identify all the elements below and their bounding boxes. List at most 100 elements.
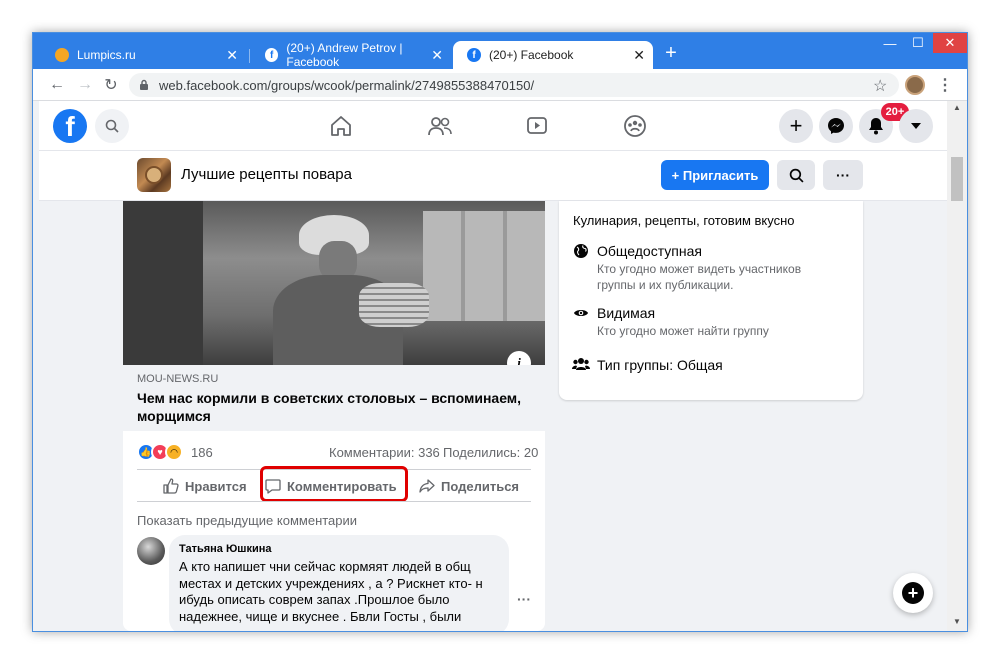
- image-plates: [359, 283, 429, 327]
- search-icon: [105, 119, 119, 133]
- tab-lumpics[interactable]: Lumpics.ru ✕: [41, 41, 246, 69]
- comment-line: А кто напишет чни сейчас кормяят людей в…: [179, 559, 471, 574]
- close-window-button[interactable]: ✕: [933, 33, 967, 53]
- invite-button[interactable]: + Пригласить: [661, 160, 769, 190]
- comment-options-icon[interactable]: ···: [517, 591, 531, 607]
- group-description: Кулинария, рецепты, готовим вкусно: [573, 213, 795, 228]
- group-search-button[interactable]: [777, 160, 815, 190]
- tab-divider: [249, 49, 250, 63]
- plus-icon: +: [789, 113, 803, 138]
- groups-icon[interactable]: [623, 114, 647, 138]
- comment-text: А кто напишет чни сейчас кормяят людей в…: [179, 559, 499, 625]
- group-more-button[interactable]: ···: [823, 160, 863, 190]
- comment-line: местах и детских учреждениях , а ? Рискн…: [179, 575, 483, 591]
- highlight-frame: [260, 466, 408, 502]
- browser-toolbar: ← → ↻ web.facebook.com/groups/wcook/perm…: [33, 69, 967, 101]
- share-button[interactable]: Поделиться: [419, 473, 519, 499]
- people-icon: [572, 358, 590, 370]
- orange-circle-icon: [55, 48, 69, 62]
- post-link-image[interactable]: i: [123, 201, 545, 365]
- group-name[interactable]: Лучшие рецепты повара: [181, 166, 352, 183]
- tab-title: (20+) Facebook: [489, 48, 574, 62]
- bookmark-star-icon[interactable]: ☆: [873, 76, 887, 96]
- facebook-icon: f: [467, 48, 481, 62]
- reload-icon[interactable]: ↻: [101, 75, 121, 95]
- dish-image: [145, 166, 163, 184]
- divider: [137, 501, 531, 502]
- shares-count[interactable]: Поделились: 20: [443, 445, 538, 460]
- privacy-title: Общедоступная: [597, 243, 702, 259]
- group-type: Тип группы: Общая: [597, 357, 723, 373]
- scroll-up-arrow-icon[interactable]: ▲: [953, 103, 961, 112]
- thumbs-up-icon: [163, 478, 179, 494]
- friends-icon[interactable]: [427, 114, 453, 138]
- plus-icon: +: [902, 582, 924, 604]
- link-title: Чем нас кормили в советских столовых – в…: [137, 390, 522, 424]
- new-message-button[interactable]: +: [893, 573, 933, 613]
- close-icon[interactable]: ✕: [633, 47, 645, 63]
- facebook-icon: f: [265, 48, 279, 62]
- comments-count[interactable]: Комментарии: 336: [329, 445, 440, 460]
- scrollbar-thumb[interactable]: [951, 157, 963, 201]
- show-previous-comments[interactable]: Показать предыдущие комментарии: [137, 513, 357, 528]
- privacy-description: Кто угодно может видеть участников групп…: [597, 261, 801, 293]
- forward-arrow-icon[interactable]: →: [75, 75, 95, 95]
- scroll-down-arrow-icon[interactable]: ▼: [953, 617, 961, 626]
- home-icon[interactable]: [329, 114, 353, 138]
- search-button[interactable]: [95, 109, 129, 143]
- group-bar: Лучшие рецепты повара + Пригласить ···: [39, 151, 947, 201]
- profile-avatar[interactable]: [905, 75, 925, 95]
- back-arrow-icon[interactable]: ←: [47, 75, 67, 95]
- messenger-button[interactable]: [819, 109, 853, 143]
- watch-icon[interactable]: [525, 114, 549, 138]
- account-menu-button[interactable]: [899, 109, 933, 143]
- close-icon[interactable]: ✕: [226, 47, 238, 63]
- comment-line: ибудь описать соврем запах .Прошлое было: [179, 592, 450, 607]
- globe-icon: [574, 244, 588, 258]
- link-preview[interactable]: MOU-NEWS.RU Чем нас кормили в советских …: [123, 365, 545, 431]
- tab-andrew-petrov[interactable]: f (20+) Andrew Petrov | Facebook ✕: [251, 41, 451, 69]
- eye-icon: [574, 310, 588, 316]
- group-about-card: Кулинария, рецепты, готовим вкусно Общед…: [559, 201, 863, 400]
- search-icon: [789, 168, 804, 183]
- image-shadow: [123, 201, 203, 365]
- visibility-description: Кто угодно может найти группу: [597, 324, 769, 338]
- post-card: i MOU-NEWS.RU Чем нас кормили в советски…: [123, 201, 545, 631]
- bell-icon: [869, 118, 883, 135]
- minimize-button[interactable]: —: [875, 33, 905, 53]
- tab-facebook-active[interactable]: f (20+) Facebook ✕: [453, 41, 653, 69]
- messenger-icon: [828, 118, 844, 134]
- haha-reaction-icon: ◠: [165, 443, 183, 461]
- share-label: Поделиться: [441, 478, 520, 494]
- page-scrollbar[interactable]: ▲ ▼: [947, 101, 967, 631]
- facebook-logo-icon[interactable]: f: [53, 109, 87, 143]
- comment-author[interactable]: Татьяна Юшкина: [179, 543, 272, 555]
- link-source: MOU-NEWS.RU: [137, 373, 219, 385]
- info-icon[interactable]: i: [507, 351, 531, 365]
- maximize-button[interactable]: ☐: [903, 33, 933, 53]
- tab-title: Lumpics.ru: [77, 48, 136, 62]
- url-text: web.facebook.com/groups/wcook/permalink/…: [159, 77, 535, 93]
- reactions-count[interactable]: 186: [191, 445, 213, 460]
- visibility-title: Видимая: [597, 305, 656, 321]
- close-icon[interactable]: ✕: [431, 47, 443, 63]
- image-window: [423, 211, 545, 321]
- lock-icon: [140, 79, 148, 90]
- group-avatar[interactable]: [137, 158, 171, 192]
- facebook-header: f + 20+: [39, 101, 947, 151]
- commenter-avatar[interactable]: [137, 537, 165, 565]
- like-label: Нравится: [185, 478, 247, 494]
- privacy-line: группы и их публикации.: [597, 278, 734, 292]
- privacy-line: Кто угодно может видеть участников: [597, 262, 802, 276]
- new-tab-button[interactable]: +: [661, 43, 681, 63]
- caret-down-icon: [911, 123, 921, 129]
- comment-bubble: Татьяна Юшкина А кто напишет чни сейчас …: [169, 535, 509, 631]
- menu-kebab-icon[interactable]: ⋮: [937, 75, 953, 95]
- comment-line: надежнее, чище и вкуснее . Бвли Госты , …: [179, 608, 462, 624]
- address-bar[interactable]: web.facebook.com/groups/wcook/permalink/…: [129, 73, 899, 97]
- browser-window: Lumpics.ru ✕ f (20+) Andrew Petrov | Fac…: [32, 32, 968, 632]
- reaction-icons[interactable]: 👍 ♥ ◠: [137, 443, 189, 461]
- like-button[interactable]: Нравится: [163, 473, 247, 499]
- create-button[interactable]: +: [779, 109, 813, 143]
- tab-title: (20+) Andrew Petrov | Facebook: [286, 41, 403, 69]
